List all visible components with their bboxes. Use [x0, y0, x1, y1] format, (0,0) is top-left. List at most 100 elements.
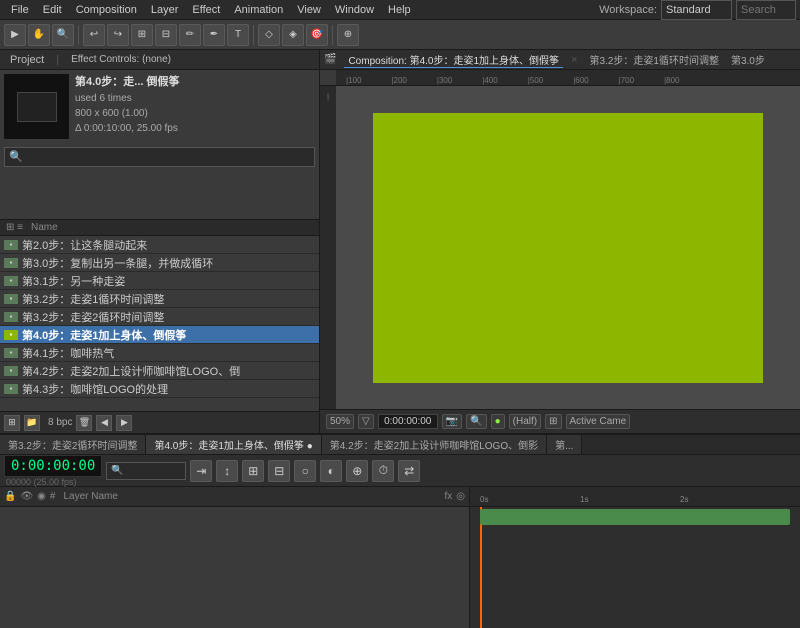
file-item-4[interactable]: ▪ 第3.2步：走姿2循环时间调整: [0, 308, 319, 326]
project-tab[interactable]: Project: [6, 54, 48, 66]
file-item-7[interactable]: ▪ 第4.2步：走姿2加上设计师咖啡馆LOGO、倒: [0, 362, 319, 380]
toolbar-camera[interactable]: 🎯: [306, 24, 328, 46]
menu-window[interactable]: Window: [328, 2, 381, 18]
nav-prev[interactable]: ◀: [96, 415, 112, 431]
bpc-label: 8 bpc: [48, 417, 72, 428]
toolbar-tool5[interactable]: ✏: [179, 24, 201, 46]
menu-help[interactable]: Help: [381, 2, 418, 18]
project-thumbnail: [4, 74, 69, 139]
toolbar-zoom[interactable]: 🔍: [52, 24, 74, 46]
toolbar-sep3: [332, 25, 333, 45]
camera-icon[interactable]: 📷: [442, 414, 462, 429]
toolbar-rotate[interactable]: ↩: [83, 24, 105, 46]
file-list-header: ⊞ ≡ Name: [0, 220, 319, 236]
comp-view-area[interactable]: |: [320, 86, 800, 409]
layer-header: 🔒 👁 ◉ # Layer Name fx ◎: [0, 487, 469, 507]
new-composition-btn[interactable]: ⊞: [4, 415, 20, 431]
file-item-1[interactable]: ▪ 第3.0步：复制出另一条腿，并做成循环: [0, 254, 319, 272]
project-search-bar: [0, 143, 319, 171]
menu-effect[interactable]: Effect: [185, 2, 227, 18]
nav-next[interactable]: ▶: [116, 415, 132, 431]
timeline-tab-3[interactable]: 第...: [547, 435, 582, 455]
res-btn[interactable]: ⊞: [545, 414, 561, 429]
comp-tab-32[interactable]: 第3.2步：走姿1循环时间调整: [586, 52, 723, 67]
timeline-left-panel: 🔒 👁 ◉ # Layer Name fx ◎: [0, 487, 470, 628]
new-folder-btn[interactable]: 📁: [24, 415, 40, 431]
toolbar-shapes[interactable]: ◇: [258, 24, 280, 46]
timecode-display[interactable]: 0:00:00:00: [378, 414, 438, 429]
quality-btn[interactable]: (Half): [509, 414, 541, 429]
color-btn[interactable]: ●: [491, 414, 505, 429]
name-column-header: Name: [31, 222, 58, 233]
fit-btn[interactable]: ▽: [358, 414, 374, 429]
timeline-search-input[interactable]: [106, 462, 186, 480]
timeline-controls: 0:00:00:00 00000 (25.00 fps) ⇥ ↕ ⊞ ⊟ ○ ◐…: [0, 455, 800, 487]
workspace-label: Workspace:: [599, 4, 657, 16]
project-info-area: 第4.0步：走... 倒假筝 used 6 times 800 x 600 (1…: [0, 70, 319, 143]
toolbar-puppet[interactable]: ⊕: [337, 24, 359, 46]
tc-btn-8[interactable]: ⏱: [372, 460, 394, 482]
toolbar-redo[interactable]: ↪: [107, 24, 129, 46]
menu-composition[interactable]: Composition: [69, 2, 144, 18]
file-item-6[interactable]: ▪ 第4.1步：咖啡热气: [0, 344, 319, 362]
ruler-800: |800: [664, 76, 679, 85]
timeline-timecode[interactable]: 0:00:00:00: [4, 455, 102, 477]
file-item-2[interactable]: ▪ 第3.1步：另一种走姿: [0, 272, 319, 290]
timeline-body: 🔒 👁 ◉ # Layer Name fx ◎ 0s 1s: [0, 487, 800, 628]
layer-right-icons: fx ◎: [444, 491, 465, 502]
file-item-0[interactable]: ▪ 第2.0步：让这条腿动起来: [0, 236, 319, 254]
file-item-5[interactable]: ▪ 第4.0步：走姿1加上身体、倒假筝: [0, 326, 319, 344]
tc-btn-3[interactable]: ⊞: [242, 460, 264, 482]
menu-view[interactable]: View: [290, 2, 328, 18]
file-item-8[interactable]: ▪ 第4.3步：咖啡馆LOGO的处理: [0, 380, 319, 398]
toolbar-select[interactable]: ▶: [4, 24, 26, 46]
tc-btn-1[interactable]: ⇥: [190, 460, 212, 482]
toolbar-tool3[interactable]: ⊞: [131, 24, 153, 46]
menu-animation[interactable]: Animation: [227, 2, 290, 18]
toolbar-pen[interactable]: ✒: [203, 24, 225, 46]
effect-controls-tab[interactable]: Effect Controls: (none): [67, 54, 175, 65]
menu-edit[interactable]: Edit: [36, 2, 69, 18]
comp-panel-header: 🎬 Composition: 第4.0步：走姿1加上身体、倒假筝 × 第3.2步…: [320, 50, 800, 70]
ruler-corner: [320, 70, 336, 86]
hash-icon: #: [50, 491, 56, 502]
layers-list: [0, 507, 469, 628]
ruler-500: |500: [528, 76, 543, 85]
ruler-marks: |100 |200 |300 |400 |500 |600 |700 |800: [336, 70, 800, 85]
timeline-tab-2[interactable]: 第4.2步：走姿2加上设计师咖啡馆LOGO、倒影: [322, 435, 547, 455]
file-item-3[interactable]: ▪ 第3.2步：走姿1循环时间调整: [0, 290, 319, 308]
project-search-input[interactable]: [4, 147, 315, 167]
toolbar-hand[interactable]: ✋: [28, 24, 50, 46]
menu-file[interactable]: File: [4, 2, 36, 18]
magnify-btn[interactable]: 🔍: [466, 414, 486, 429]
lock-icon: 🔒: [4, 491, 16, 502]
workspace-dropdown[interactable]: Standard: [661, 0, 732, 20]
timeline-sub-timecode: 00000 (25.00 fps): [6, 477, 77, 487]
playhead[interactable]: [480, 507, 482, 628]
comp-tab-30[interactable]: 第3.0步: [727, 52, 769, 67]
tc-btn-2[interactable]: ↕: [216, 460, 238, 482]
view-btn[interactable]: Active Came: [566, 414, 631, 429]
toolbar-text[interactable]: T: [227, 24, 249, 46]
menu-layer[interactable]: Layer: [144, 2, 186, 18]
timeline-tracks: [470, 507, 800, 628]
right-panel: 🎬 Composition: 第4.0步：走姿1加上身体、倒假筝 × 第3.2步…: [320, 50, 800, 433]
tc-btn-6[interactable]: ◐: [320, 460, 342, 482]
file-icon-1: ▪: [4, 258, 18, 268]
tc-btn-4[interactable]: ⊟: [268, 460, 290, 482]
toolbar-fill[interactable]: ◈: [282, 24, 304, 46]
timeline-tab-0[interactable]: 第3.2步：走姿2循环时间调整: [0, 435, 146, 455]
zoom-control[interactable]: 50%: [326, 414, 354, 429]
vertical-ruler: |: [320, 86, 336, 409]
tc-btn-9[interactable]: ⇄: [398, 460, 420, 482]
file-label-0: 第2.0步：让这条腿动起来: [22, 237, 147, 253]
timeline-tab-1[interactable]: 第4.0步：走姿1加上身体、倒假筝 ●: [146, 435, 321, 455]
search-input[interactable]: [736, 0, 796, 20]
tc-btn-5[interactable]: ○: [294, 460, 316, 482]
comp-tab-main[interactable]: Composition: 第4.0步：走姿1加上身体、倒假筝: [344, 52, 563, 68]
delete-btn[interactable]: 🗑: [76, 415, 92, 431]
toolbar-tool4[interactable]: ⊟: [155, 24, 177, 46]
file-label-5: 第4.0步：走姿1加上身体、倒假筝: [22, 327, 186, 343]
file-icon-8: ▪: [4, 384, 18, 394]
tc-btn-7[interactable]: ⊕: [346, 460, 368, 482]
